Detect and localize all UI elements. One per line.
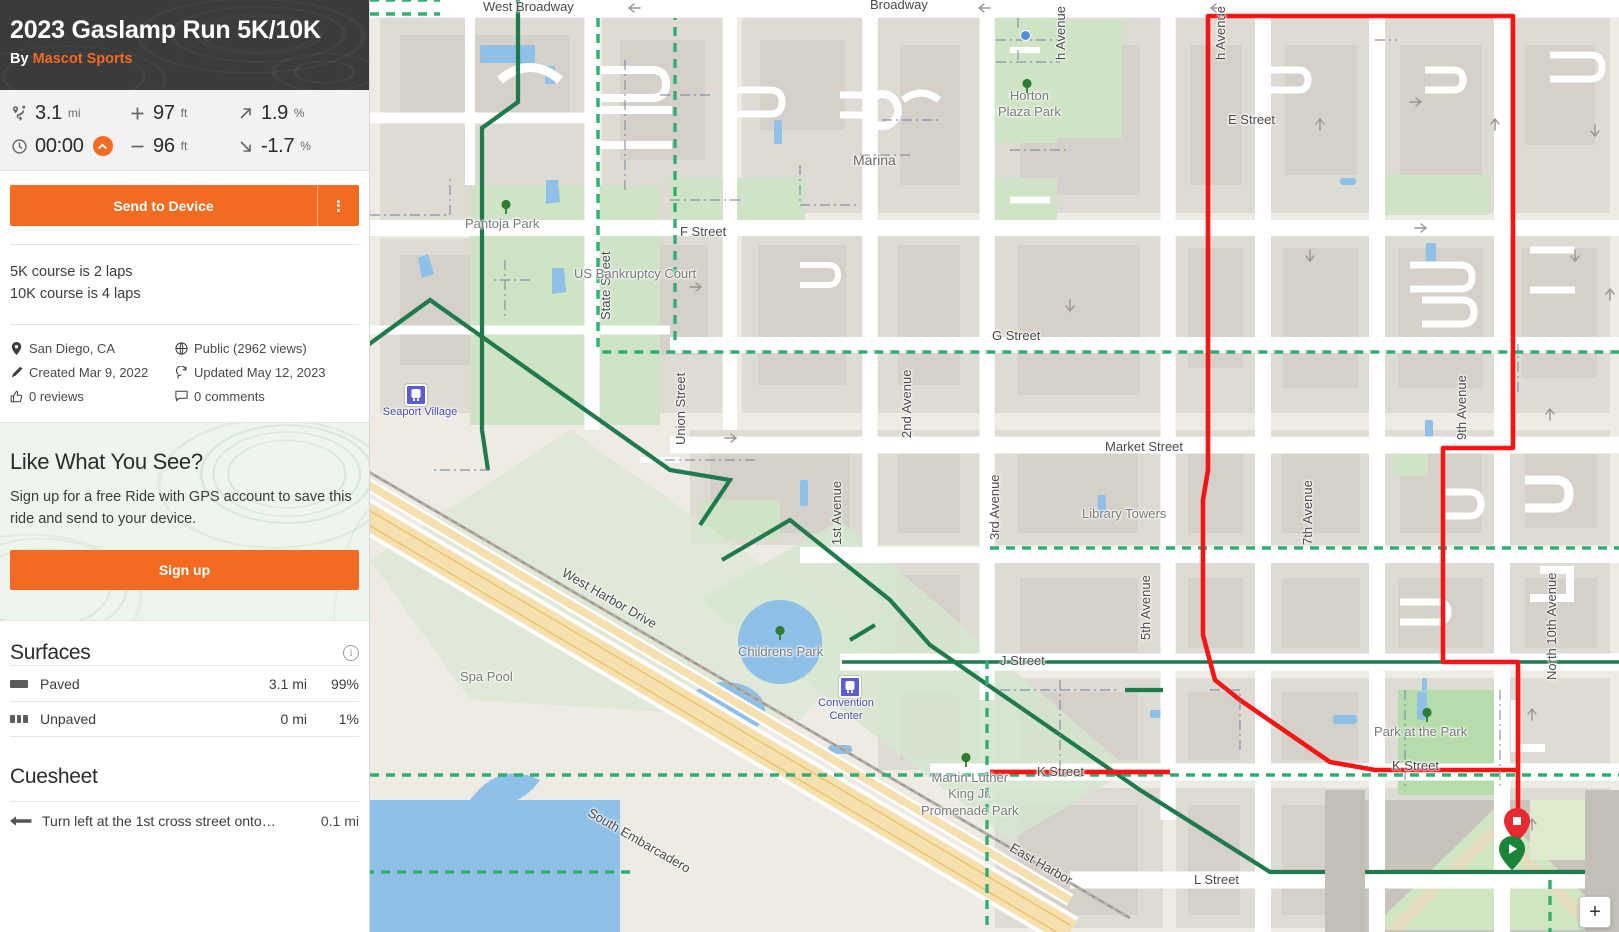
cue-text: Turn left at the 1st cross street onto… [42, 812, 276, 829]
table-row: Unpaved 0 mi 1% [10, 701, 359, 738]
stat-max-grade-unit: % [293, 106, 305, 120]
tree-icon-pantoja [501, 199, 511, 214]
map-zoom-controls[interactable]: + [1579, 896, 1611, 928]
arrow-down-right-icon [236, 137, 255, 156]
surface-percent: 99% [330, 675, 359, 692]
refresh-icon [175, 365, 188, 379]
stat-descent-unit: ft [180, 139, 188, 153]
plus-icon [128, 104, 147, 123]
surface-distance: 3.1 mi [268, 675, 307, 692]
page-root: 2023 Gaslamp Run 5K/10K By Mascot Sports… [0, 0, 1619, 932]
meta-created: Created Mar 9, 2022 [10, 365, 175, 380]
chevron-up-icon[interactable] [92, 136, 113, 156]
start-marker[interactable] [1499, 836, 1525, 870]
stat-time-value: 00:00 [35, 134, 84, 157]
description-line-2: 10K course is 4 laps [10, 286, 141, 303]
route-map[interactable]: West Broadway Broadway E Street F Street… [370, 0, 1619, 932]
park-poi-dot [1020, 30, 1031, 41]
meta-visibility-text: Public (2962 views) [194, 340, 307, 356]
cuesheet-heading: Cuesheet [10, 765, 98, 789]
route-description: 5K course is 2 laps 10K course is 4 laps [0, 245, 369, 306]
stat-ascent-value: 97 [153, 101, 175, 124]
route-icon [10, 104, 29, 123]
meta-updated-text: Updated May 12, 2023 [194, 364, 326, 380]
meta-comments: 0 comments [175, 389, 359, 404]
page-title: 2023 Gaslamp Run 5K/10K [10, 16, 321, 44]
signup-button[interactable]: Sign up [10, 550, 359, 591]
meta-location: San Diego, CA [10, 341, 175, 356]
globe-icon [175, 342, 188, 355]
map-pin-icon [10, 341, 23, 355]
meta-visibility: Public (2962 views) [175, 341, 359, 356]
author-link[interactable]: Mascot Sports [33, 51, 133, 67]
tree-icon-childrens [775, 625, 785, 640]
surface-swatch-paved [10, 679, 30, 688]
surfaces-heading: Surfaces [10, 641, 91, 665]
stat-descent-value: 96 [153, 134, 175, 157]
route-metadata: San Diego, CA Public (2962 views) Create… [0, 325, 369, 404]
zoom-in-button[interactable]: + [1580, 897, 1610, 927]
send-to-device-label: Send to Device [113, 197, 214, 214]
arrow-up-right-icon [236, 104, 255, 123]
stat-min-grade-unit: % [300, 139, 311, 153]
info-icon[interactable]: i [343, 645, 359, 662]
stat-descent: 96 ft [128, 132, 236, 160]
signup-body: Sign up for a free Ride with GPS account… [10, 488, 352, 527]
stat-max-grade-value: 1.9 [261, 101, 288, 124]
route-sidebar: 2023 Gaslamp Run 5K/10K By Mascot Sports… [0, 0, 370, 932]
signup-promo: Like What You See? Sign up for a free Ri… [0, 421, 369, 622]
signup-heading: Like What You See? [10, 448, 203, 474]
tree-icon-horton [1022, 78, 1032, 93]
arrow-left-icon [10, 815, 32, 827]
tram-icon [845, 681, 855, 693]
by-label: By [10, 50, 29, 67]
stat-distance-unit: mi [67, 106, 81, 120]
map-canvas [370, 0, 1619, 932]
surface-name: Unpaved [40, 711, 97, 728]
thumbs-up-icon [10, 390, 23, 403]
surface-percent: 1% [338, 711, 359, 728]
pencil-icon [10, 366, 23, 379]
meta-reviews: 0 reviews [10, 389, 175, 404]
stat-time: 00:00 [10, 132, 128, 160]
stat-min-grade: -1.7 % [236, 132, 359, 160]
list-item[interactable]: Turn left at the 1st cross street onto… … [10, 801, 359, 839]
route-stats: 3.1 mi 97 ft 1.9 % 00:00 96 ft -1.7 % [0, 90, 369, 171]
stat-distance-value: 3.1 [35, 101, 62, 124]
send-to-device-container: Send to Device [0, 171, 369, 226]
stat-ascent-unit: ft [180, 106, 188, 120]
stat-min-grade-value: -1.7 [261, 134, 295, 157]
stat-distance: 3.1 mi [10, 99, 128, 127]
tram-icon [411, 389, 421, 401]
comment-icon [175, 390, 188, 403]
meta-updated: Updated May 12, 2023 [175, 365, 359, 380]
description-line-1: 5K course is 2 laps [10, 264, 133, 280]
stat-max-grade: 1.9 % [236, 99, 359, 127]
surfaces-section: Surfaces i Paved 3.1 mi 99% Unpaved 0 mi… [0, 621, 369, 738]
send-to-device-button[interactable]: Send to Device [10, 185, 359, 226]
tree-icon-mlk [961, 752, 971, 767]
minus-icon [128, 137, 147, 156]
table-row: Paved 3.1 mi 99% [10, 665, 359, 701]
meta-reviews-text: 0 reviews [29, 388, 84, 404]
meta-comments-text: 0 comments [194, 388, 265, 404]
transit-marker-convention-center[interactable] [839, 676, 861, 698]
clock-icon [10, 137, 29, 156]
cuesheet-section: Cuesheet [0, 737, 369, 789]
route-hero-header: 2023 Gaslamp Run 5K/10K By Mascot Sports [0, 0, 369, 90]
surface-swatch-unpaved [10, 715, 30, 724]
transit-marker-seaport-village[interactable] [405, 384, 427, 406]
kebab-icon[interactable] [317, 185, 359, 226]
route-author-line: By Mascot Sports [10, 51, 359, 67]
tree-icon-park-at-park [1422, 707, 1432, 722]
meta-location-text: San Diego, CA [29, 340, 115, 356]
surfaces-header: Surfaces i [10, 641, 359, 665]
surface-distance: 0 mi [280, 711, 307, 728]
stat-ascent: 97 ft [128, 99, 236, 127]
meta-created-text: Created Mar 9, 2022 [29, 364, 149, 380]
cue-distance: 0.1 mi [320, 812, 359, 829]
surface-name: Paved [40, 675, 80, 692]
